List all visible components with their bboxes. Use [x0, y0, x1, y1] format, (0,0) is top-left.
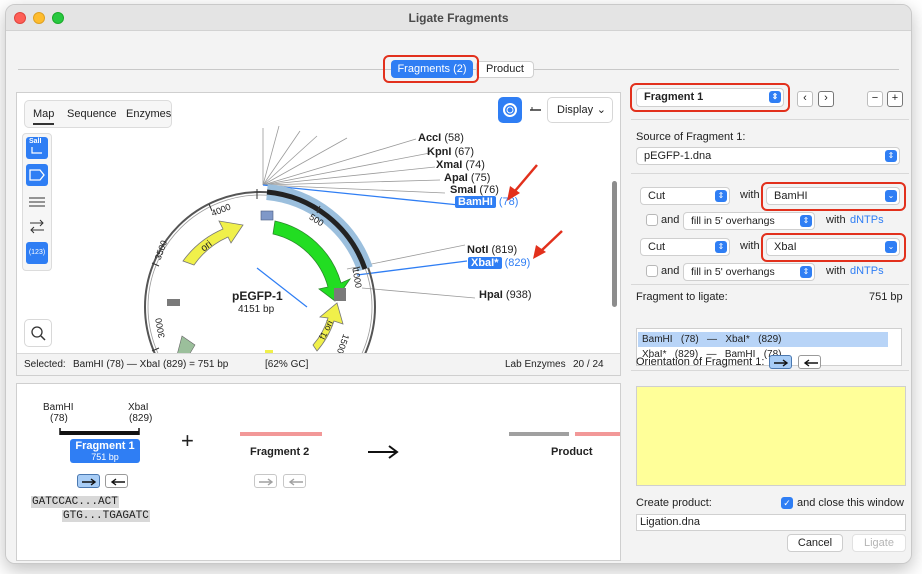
checkmark-icon: ✓ — [783, 498, 791, 508]
divider — [631, 173, 909, 174]
chevron-right-icon: › — [824, 92, 828, 104]
divider — [631, 119, 909, 120]
cut1-and-label: and — [661, 214, 680, 226]
source-value: pEGFP-1.dna — [644, 150, 712, 162]
previous-fragment-button[interactable]: ‹ — [797, 91, 813, 107]
sequence-top-strand: GATCCAC...ACT — [31, 496, 119, 508]
arrow-left-icon — [288, 478, 303, 486]
left-site-name: BamHI — [43, 402, 74, 413]
selection-range: BamHI (78) — XbaI (829) = 751 bp — [73, 359, 229, 370]
cut2-fill-select[interactable]: fill in 5' overhangs ⇕ — [683, 263, 815, 281]
divider — [631, 284, 909, 285]
source-select[interactable]: pEGFP-1.dna ⇕ — [636, 147, 900, 165]
orientation-label: Orientation of Fragment 1: — [636, 356, 765, 368]
stepper-arrows-icon: ⇕ — [800, 215, 812, 227]
orientation-forward-button[interactable] — [769, 355, 792, 369]
product-name-field[interactable]: Ligation.dna — [636, 514, 906, 531]
arrow-right-icon — [774, 359, 789, 367]
fragment2-title: Fragment 2 — [250, 446, 310, 458]
arrow-left-icon — [110, 478, 125, 486]
annotation-highlight — [761, 182, 906, 211]
remove-fragment-button[interactable]: − — [867, 91, 883, 107]
fragment1-bar — [59, 428, 140, 435]
next-fragment-button[interactable]: › — [818, 91, 834, 107]
title-bar: Ligate Fragments — [6, 5, 911, 31]
window-title: Ligate Fragments — [408, 11, 509, 25]
right-site-pos: (829) — [129, 413, 153, 424]
annotation-highlight — [761, 233, 906, 262]
fragment2-reverse-button[interactable] — [283, 474, 306, 488]
fragment1-title: Fragment 1 — [75, 440, 135, 452]
fragment1-reverse-button[interactable] — [105, 474, 128, 488]
plus-icon: + — [891, 92, 899, 104]
orientation-reverse-button[interactable] — [798, 355, 821, 369]
cut2-fill-value: fill in 5' overhangs — [691, 266, 775, 278]
cut1-action-value: Cut — [648, 190, 666, 202]
ligate-button[interactable]: Ligate — [852, 534, 906, 552]
annotation-arrows — [507, 164, 563, 259]
sequence-bottom-strand: GTG...TGAGATC — [62, 510, 150, 522]
tab-product[interactable]: Product — [476, 61, 534, 78]
list-item[interactable]: BamHI (78) — XbaI* (829) — [638, 332, 888, 347]
cut1-fill-value: fill in 5' overhangs — [691, 215, 775, 227]
stepper-arrows-icon: ⇕ — [715, 190, 727, 202]
ligation-arrow-icon — [368, 445, 399, 459]
plus-sign: + — [181, 428, 194, 453]
gc-content: [62% GC] — [265, 359, 309, 370]
close-window-label: and close this window — [797, 497, 905, 509]
cut2-with-label: with — [740, 240, 760, 252]
stepper-arrows-icon: ⇕ — [800, 266, 812, 278]
left-site-pos: (78) — [50, 413, 68, 424]
cut2-action-select[interactable]: Cut ⇕ — [640, 238, 730, 256]
cut1-with-label: with — [740, 189, 760, 201]
cut1-fill-checkbox[interactable] — [646, 214, 658, 226]
minus-icon: − — [871, 92, 879, 104]
create-product-label: Create product: — [636, 497, 712, 509]
add-fragment-button[interactable]: + — [887, 91, 903, 107]
fragment-size-label: 751 bp — [869, 291, 903, 303]
cut1-dntps-link[interactable]: dNTPs — [850, 214, 884, 226]
annotation-highlight — [383, 55, 479, 83]
cut2-action-value: Cut — [648, 241, 666, 253]
cut1-fill-select[interactable]: fill in 5' overhangs ⇕ — [683, 212, 815, 230]
notes-area[interactable] — [636, 386, 906, 486]
cut2-dntps-link[interactable]: dNTPs — [850, 265, 884, 277]
arrow-right-icon — [259, 478, 274, 486]
stepper-arrows-icon: ⇕ — [885, 150, 897, 162]
cut2-fill-checkbox[interactable] — [646, 265, 658, 277]
fragment2-forward-button[interactable] — [254, 474, 277, 488]
ligation-panel: BamHI (78) XbaI (829) Fragment 1 751 bp … — [16, 383, 621, 561]
cut2-with2-label: with — [826, 265, 846, 277]
selected-label: Selected: — [24, 359, 66, 370]
product-bar-pink — [575, 432, 620, 436]
arrow-left-icon — [803, 359, 818, 367]
chevron-left-icon: ‹ — [803, 92, 807, 104]
arrow-right-icon — [82, 478, 97, 486]
cut1-action-select[interactable]: Cut ⇕ — [640, 187, 730, 205]
enzyme-count: 20 / 24 — [573, 359, 604, 370]
product-title: Product — [551, 446, 593, 458]
fragment1-forward-button[interactable] — [77, 474, 100, 488]
fragment1-chip[interactable]: Fragment 1 751 bp — [70, 439, 140, 463]
cut2-and-label: and — [661, 265, 680, 277]
annotation-highlight — [630, 83, 790, 112]
product-bar-gray — [509, 432, 569, 436]
enzyme-set[interactable]: Lab Enzymes — [505, 359, 566, 370]
divider — [631, 370, 909, 371]
source-label: Source of Fragment 1: — [636, 131, 746, 143]
stepper-arrows-icon: ⇕ — [715, 241, 727, 253]
right-site-name: XbaI — [128, 402, 149, 413]
ligate-window: Ligate Fragments Fragments (2) Product M… — [5, 4, 912, 564]
close-window-checkbox[interactable]: ✓ — [781, 497, 793, 509]
map-panel: Map Sequence Enzymes Display ⌄ SalI (123… — [16, 92, 621, 376]
cancel-button[interactable]: Cancel — [787, 534, 843, 552]
window-content: Fragments (2) Product Map Sequence Enzym… — [6, 31, 911, 563]
map-status-bar: Selected: BamHI (78) — XbaI (829) = 751 … — [17, 353, 620, 375]
fragment-to-ligate-label: Fragment to ligate: — [636, 291, 728, 303]
fragment1-size: 751 bp — [91, 452, 119, 462]
fragment2-bar — [240, 432, 322, 436]
cut1-with2-label: with — [826, 214, 846, 226]
